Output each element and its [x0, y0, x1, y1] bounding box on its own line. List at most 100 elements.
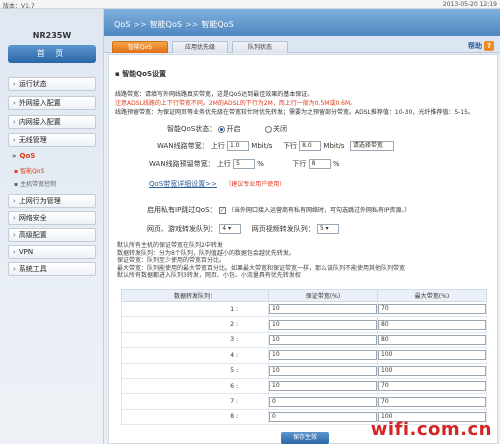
breadcrumb: QoS >> 智能QoS >> 智能QoS	[104, 9, 500, 36]
queue-number: 4 :	[121, 347, 269, 364]
chevron-right-icon: ›	[13, 214, 16, 222]
tab-strip: 智能QoS 应用优先级 队列状态 帮助?	[104, 36, 500, 53]
min-bw-input[interactable]: 10	[269, 334, 377, 345]
section-title: ▪ 智能QoS设置	[115, 70, 166, 78]
unit-label: Mbit/s	[251, 142, 273, 150]
table-row: 3 :10 80	[121, 331, 487, 349]
max-bw-input[interactable]: 100	[378, 365, 486, 376]
queue-number: 2 :	[121, 316, 269, 333]
queue-table: 数据转发队列： 保证带宽(%) 最大带宽(%) 1 :10 70 2 :10 80 …	[121, 289, 487, 426]
max-bw-input[interactable]: 70	[378, 381, 486, 392]
private-ip-row: 启用私有IP跳过QoS： ✓ （当外网口接入运营商有私有网络时，可勾选跳过外网私…	[147, 205, 410, 215]
min-bw-input[interactable]: 10	[269, 381, 377, 392]
wan-bandwidth-row: WAN线路带宽： 上行 1.0 Mbit/s 下行 8.0 Mbit/s 请选择…	[157, 141, 394, 151]
sidebar-subitem-host-bandwidth[interactable]: ▪ 主机带宽控制	[14, 179, 56, 188]
chevron-right-icon: ›	[13, 80, 16, 88]
private-ip-note: （当外网口接入运营商有私有网络时，可勾选跳过外网私有IP资源。）	[228, 207, 411, 214]
min-bw-input[interactable]: 0	[269, 396, 377, 407]
upstream-label: 上行	[210, 142, 225, 150]
qos-off-radio[interactable]	[264, 125, 272, 133]
table-row: 6 :10 70	[121, 377, 487, 395]
qos-status-label: 智能QoS状态：	[167, 125, 217, 133]
private-ip-checkbox[interactable]: ✓	[218, 206, 226, 214]
max-bw-input[interactable]: 70	[378, 396, 486, 407]
sidebar-item-qos[interactable]: » QoS	[8, 150, 96, 164]
sidebar-item-status[interactable]: › 运行状态	[8, 77, 96, 91]
sidebar-item-behavior[interactable]: › 上网行为管理	[8, 194, 96, 208]
tab-smart-qos[interactable]: 智能QoS	[112, 41, 168, 53]
chevron-down-icon: »	[12, 152, 17, 160]
max-bw-input[interactable]: 100	[378, 350, 486, 361]
wan-bandwidth-label: WAN线路带宽：	[157, 142, 209, 150]
downstream-label: 下行	[292, 160, 307, 168]
col-max-bw: 最大带宽(%)	[377, 289, 487, 302]
queue-number: 3 :	[121, 331, 269, 349]
sidebar-item-wan[interactable]: › 外网接入配置	[8, 96, 96, 110]
watermark: wifi.com.cn	[370, 419, 492, 440]
wan-reserve-label: WAN线路预留带宽：	[149, 160, 215, 168]
detail-row: QoS带宽详细设置>> （建议专业用户使用）	[149, 179, 285, 189]
upstream-reserve-input[interactable]: 5	[233, 159, 256, 169]
home-button[interactable]: 首 页	[8, 45, 96, 63]
datetime-text: 2013-05-20 12:19	[442, 1, 497, 8]
chevron-right-icon: ›	[13, 197, 16, 205]
chevron-right-icon: ›	[13, 265, 16, 273]
info-line: 默认所有数据都进入队列3转发，网页、小包、小流量具有优先转发权	[117, 272, 301, 280]
max-bw-input[interactable]: 70	[378, 304, 486, 315]
qos-status-row: 智能QoS状态： 开启 关闭	[167, 124, 287, 134]
table-header: 数据转发队列： 保证带宽(%) 最大带宽(%)	[121, 289, 487, 302]
min-bw-input[interactable]: 10	[269, 319, 377, 330]
qos-on-radio[interactable]	[218, 125, 226, 133]
tab-app-priority[interactable]: 应用优先级	[172, 41, 228, 53]
detail-note: （建议专业用户使用）	[225, 181, 286, 188]
help-icon: ?	[484, 41, 494, 51]
queue-number: 6 :	[121, 377, 269, 395]
table-row: 4 :10 100	[121, 347, 487, 364]
min-bw-input[interactable]: 10	[269, 304, 377, 315]
upstream-bandwidth-input[interactable]: 1.0	[227, 141, 250, 151]
sidebar-item-vpn[interactable]: › VPN	[8, 245, 96, 259]
help-button[interactable]: 帮助?	[468, 41, 494, 51]
downstream-reserve-input[interactable]: 8	[308, 159, 331, 169]
min-bw-input[interactable]: 0	[269, 411, 377, 422]
queue-number: 1 :	[121, 300, 269, 318]
col-min-bw: 保证带宽(%)	[268, 289, 378, 302]
chevron-right-icon: ›	[13, 248, 16, 256]
table-row: 5 :10 100	[121, 362, 487, 379]
sidebar-item-advanced[interactable]: › 高级配置	[8, 228, 96, 242]
bandwidth-select[interactable]: 请选择带宽	[349, 141, 394, 151]
min-bw-input[interactable]: 10	[269, 350, 377, 361]
queue-number: 7 :	[121, 393, 269, 410]
qos-detail-link[interactable]: QoS带宽详细设置>>	[149, 180, 217, 188]
min-bw-input[interactable]: 10	[269, 365, 377, 376]
sidebar-subitem-smart-qos[interactable]: ▪ 智能QoS	[14, 166, 44, 175]
queue-select-row: 网页、游戏转发队列： 4 ▾ 网页视频转发队列： 5 ▾	[147, 224, 339, 234]
max-bw-input[interactable]: 80	[378, 334, 486, 345]
sidebar: NR235W 首 页 › 运行状态 › 外网接入配置 › 内网接入配置 › 无线管理 »…	[0, 9, 104, 444]
video-queue-select[interactable]: 5 ▾	[316, 224, 339, 234]
qos-off-label: 关闭	[272, 125, 287, 133]
breadcrumb-item: 智能QoS	[201, 20, 234, 29]
sidebar-item-security[interactable]: › 网络安全	[8, 211, 96, 225]
sidebar-item-lan[interactable]: › 内网接入配置	[8, 115, 96, 129]
desc-line-3: 线路预留带宽：为保证网页等业务优先级在带宽较忙时优先转发；需要为之预留部分带宽。…	[115, 109, 474, 116]
main-panel: ▪ 智能QoS设置 线路带宽：请填写外网线路真实带宽，这是QoS达到最佳效果的基…	[108, 54, 498, 444]
save-button[interactable]: 保存生效	[281, 432, 329, 444]
sidebar-item-wireless[interactable]: › 无线管理	[8, 133, 96, 147]
queue-number: 8 :	[121, 408, 269, 426]
upstream-label: 上行	[216, 160, 231, 168]
web-game-queue-select[interactable]: 4 ▾	[219, 224, 242, 234]
breadcrumb-item: 智能QoS	[149, 20, 182, 29]
desc-line-1: 线路带宽：请填写外网线路真实带宽，这是QoS达到最佳效果的基本保证。	[115, 91, 314, 98]
info-line: 保证带宽：队列至少使用的带宽百分比。	[117, 257, 226, 265]
table-row: 1 :10 70	[121, 300, 487, 318]
downstream-bandwidth-input[interactable]: 8.0	[299, 141, 322, 151]
max-bw-input[interactable]: 80	[378, 319, 486, 330]
col-queue: 数据转发队列：	[121, 289, 269, 302]
sidebar-item-tools[interactable]: › 系统工具	[8, 262, 96, 276]
tab-queue-status[interactable]: 队列状态	[232, 41, 288, 53]
downstream-label: 下行	[282, 142, 297, 150]
chevron-right-icon: ›	[13, 99, 16, 107]
web-game-queue-label: 网页、游戏转发队列：	[147, 225, 217, 233]
queue-number: 5 :	[121, 362, 269, 379]
